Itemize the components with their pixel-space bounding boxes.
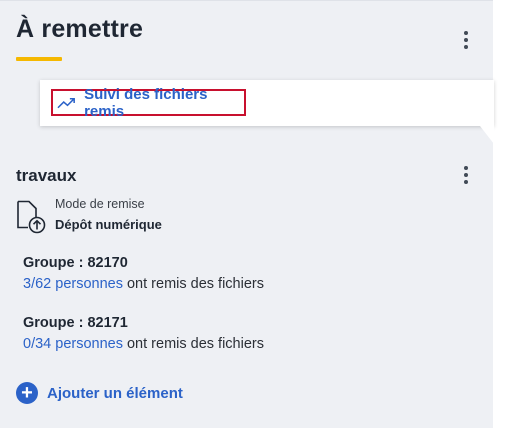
group-item: Groupe : 82170 3/62 personnes ont remis … <box>23 255 264 292</box>
group-status-text: ont remis des fichiers <box>122 336 264 352</box>
group-status: 3/62 personnes ont remis des fichiers <box>23 276 264 292</box>
trending-up-icon <box>57 97 75 108</box>
dropdown-notch <box>480 126 494 144</box>
section-title: travaux <box>16 166 77 185</box>
group-persons-link[interactable]: 3/62 personnes <box>23 276 123 292</box>
section-more-icon[interactable] <box>463 166 469 188</box>
menu-item-label: Suivi des fichiers remis <box>84 85 208 120</box>
header-more-icon[interactable] <box>463 31 469 53</box>
add-element-button[interactable]: + Ajouter un élément <box>16 382 183 404</box>
plus-circle-icon: + <box>16 382 38 404</box>
add-element-label: Ajouter un élément <box>47 384 183 402</box>
mode-value: Dépôt numérique <box>55 217 162 232</box>
group-persons-link[interactable]: 0/34 personnes <box>23 336 123 352</box>
panel-title: À remettre <box>16 15 144 43</box>
assignment-panel: À remettre travaux Mode de remise Dépôt … <box>0 0 493 428</box>
file-upload-icon <box>17 200 46 234</box>
group-title: Groupe : 82171 <box>23 315 128 331</box>
group-item: Groupe : 82171 0/34 personnes ont remis … <box>23 315 264 352</box>
group-title: Groupe : 82170 <box>23 255 128 271</box>
mode-label: Mode de remise <box>55 197 145 211</box>
dropdown-menu: Suivi des fichiers remis <box>40 80 494 126</box>
menu-item-file-tracking[interactable]: Suivi des fichiers remis <box>51 86 246 120</box>
title-underline <box>16 57 62 61</box>
group-status: 0/34 personnes ont remis des fichiers <box>23 336 264 352</box>
group-status-text: ont remis des fichiers <box>122 276 264 292</box>
